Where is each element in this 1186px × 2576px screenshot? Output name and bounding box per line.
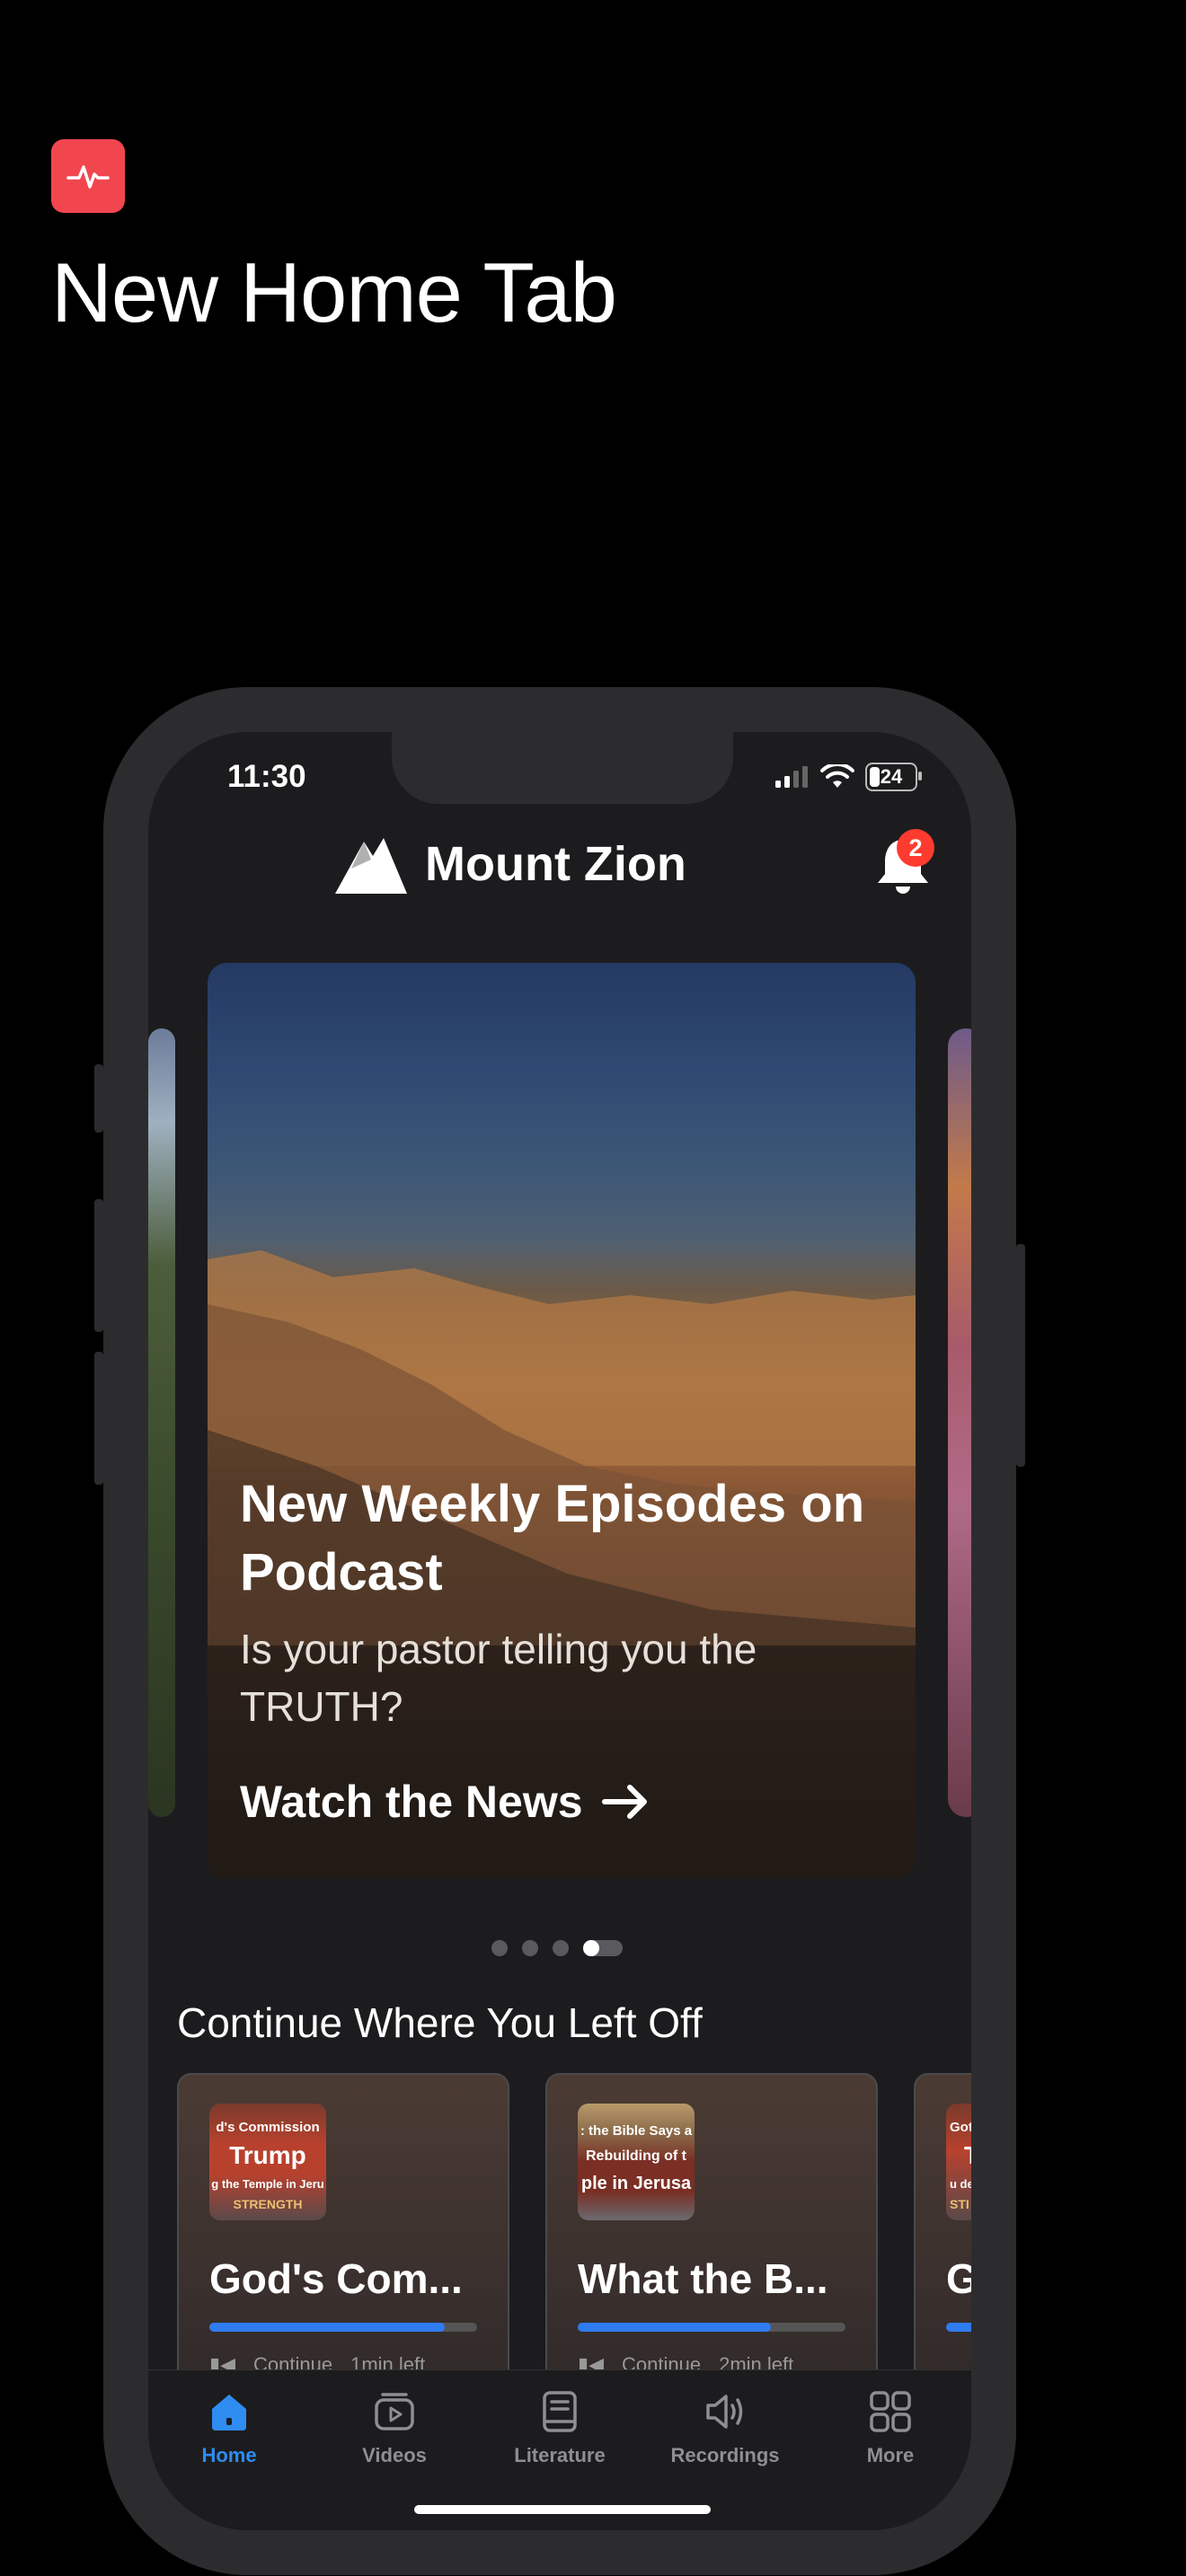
mute-switch (94, 1064, 103, 1133)
status-icons: 24 (774, 763, 922, 791)
carousel-prev-card[interactable] (148, 1028, 175, 1817)
volume-up-button (94, 1199, 103, 1332)
carousel-next-card[interactable] (948, 1028, 971, 1817)
video-thumbnail: : the Bible Says a Rebuilding of t ple i… (578, 2104, 695, 2220)
tab-label: Recordings (670, 2444, 780, 2466)
phone-frame: 11:30 24 Mount Zion 2 New Weekly Episode… (94, 687, 1025, 2575)
thumbnail-text: Rebuilding of t (586, 2148, 686, 2164)
battery-level: 24 (880, 765, 903, 788)
watch-news-link[interactable]: Watch the News (240, 1776, 650, 1828)
promo-title: New Home Tab (51, 245, 617, 340)
phone-screen: 11:30 24 Mount Zion 2 New Weekly Episode… (148, 732, 971, 2530)
thumbnail-text: ple in Jerusa (580, 2174, 692, 2193)
home-icon (204, 2386, 254, 2437)
brand: Mount Zion (333, 833, 686, 895)
thumbnail-text: STI (950, 2197, 969, 2211)
video-icon (369, 2386, 420, 2437)
thumbnail-text: : the Bible Says a (580, 2123, 693, 2139)
notification-badge: 2 (897, 829, 934, 867)
progress-bar (209, 2323, 477, 2332)
progress-bar (946, 2323, 971, 2332)
page-dot-active[interactable] (583, 1940, 623, 1956)
card-title: What the B... (578, 2255, 828, 2302)
hero-cta-label: Watch the News (240, 1777, 583, 1827)
thumbnail-text: g the Temple in Jeru (211, 2177, 324, 2191)
progress-fill (946, 2323, 971, 2332)
progress-bar (578, 2323, 845, 2332)
hero-card[interactable]: New Weekly Episodes on Podcast Is your p… (208, 963, 916, 1879)
hero-image (208, 1250, 916, 1879)
thumbnail-text: Trump (229, 2141, 306, 2169)
tab-label: Home (201, 2444, 257, 2466)
tab-videos[interactable]: Videos (314, 2386, 475, 2467)
tab-more[interactable]: More (810, 2386, 971, 2467)
tab-bar: Home Videos Literature Recordings More (148, 2369, 971, 2530)
home-indicator[interactable] (414, 2505, 711, 2514)
continue-section-title: Continue Where You Left Off (177, 1999, 703, 2046)
thumbnail-text: u des (950, 2177, 971, 2191)
tab-label: Literature (514, 2444, 606, 2466)
tab-recordings[interactable]: Recordings (644, 2386, 806, 2467)
carousel-page-indicator[interactable] (491, 1940, 623, 1956)
card-title: God's Com... (209, 2255, 463, 2302)
tab-literature[interactable]: Literature (479, 2386, 641, 2467)
battery-icon: 24 (865, 763, 922, 791)
cellular-signal-icon (775, 766, 808, 788)
mountain-logo-icon (335, 838, 407, 894)
video-thumbnail: Gotte Tr u des STI (946, 2104, 971, 2220)
page-dot[interactable] (553, 1940, 569, 1956)
speaker-icon (700, 2386, 750, 2437)
volume-down-button (94, 1352, 103, 1485)
hero-title: New Weekly Episodes on Podcast (240, 1475, 865, 1601)
grid-icon (865, 2386, 916, 2437)
tab-label: More (866, 2444, 915, 2466)
thumbnail-text: Gotte (950, 2120, 971, 2135)
book-icon (535, 2386, 585, 2437)
page-dot[interactable] (522, 1940, 538, 1956)
progress-fill (578, 2323, 771, 2332)
status-time: 11:30 (227, 759, 306, 794)
progress-fill (209, 2323, 446, 2332)
arrow-right-icon (601, 1785, 647, 1819)
tab-home[interactable]: Home (148, 2386, 310, 2467)
brand-name: Mount Zion (425, 837, 686, 891)
notch (392, 732, 733, 804)
power-button (1016, 1244, 1025, 1467)
thumbnail-text: STRENGTH (233, 2197, 303, 2211)
thumbnail-text: d's Commission (216, 2120, 320, 2135)
hero-subtitle: Is your pastor telling you the TRUTH? (240, 1626, 757, 1730)
video-thumbnail: d's Commission Trump g the Temple in Jer… (209, 2104, 326, 2220)
tab-label: Videos (362, 2444, 427, 2466)
wifi-icon (820, 764, 854, 788)
thumbnail-text: Tr (946, 2141, 971, 2170)
activity-pulse-icon (51, 139, 125, 213)
card-title: G (946, 2254, 971, 2303)
page-dot[interactable] (491, 1940, 508, 1956)
